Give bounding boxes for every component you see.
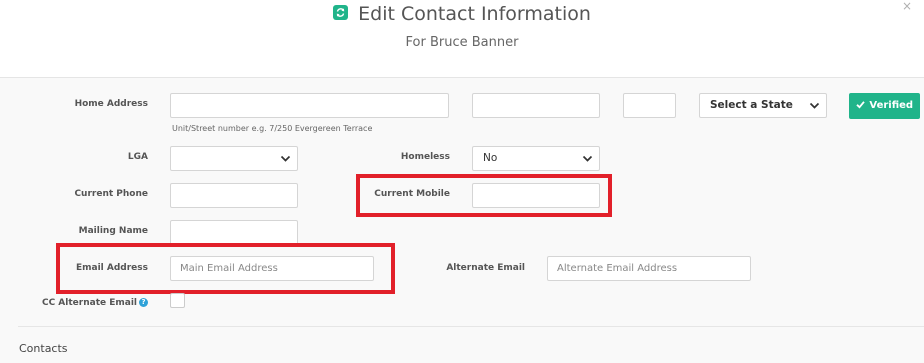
- current-mobile-highlight: [356, 174, 612, 217]
- verified-button[interactable]: Verified: [849, 93, 920, 119]
- homeless-select-value: No: [483, 152, 498, 164]
- current-phone-input[interactable]: [170, 183, 298, 208]
- chevron-down-icon: [280, 155, 291, 162]
- email-address-highlight: [56, 243, 395, 294]
- homeless-label: Homeless: [400, 152, 450, 162]
- cc-alternate-email-label: CC Alternate Email?: [42, 298, 148, 308]
- check-icon: [856, 101, 865, 109]
- refresh-icon: [333, 4, 349, 20]
- lga-label: LGA: [127, 152, 148, 162]
- home-address-postcode-input[interactable]: [623, 93, 676, 118]
- chevron-down-icon: [809, 102, 820, 109]
- modal-title: Edit Contact Information: [358, 3, 591, 25]
- alternate-email-label: Alternate Email: [446, 263, 525, 273]
- state-select[interactable]: Select a State: [699, 93, 827, 118]
- alternate-email-input[interactable]: Alternate Email Address: [547, 256, 751, 281]
- modal-title-row: Edit Contact Information: [0, 3, 924, 25]
- lga-select[interactable]: [170, 146, 298, 171]
- home-address-help-text: Unit/Street number e.g. 7/250 Evergereen…: [172, 124, 373, 133]
- modal-header: Edit Contact Information For Bruce Banne…: [0, 0, 924, 78]
- home-address-label: Home Address: [74, 99, 148, 109]
- contacts-section-title: Contacts: [19, 342, 68, 355]
- cc-alternate-email-label-text: CC Alternate Email: [41, 298, 137, 308]
- state-select-value: Select a State: [710, 99, 793, 111]
- close-icon[interactable]: ×: [902, 0, 912, 13]
- home-address-suburb-input[interactable]: [472, 93, 600, 118]
- chevron-down-icon: [582, 155, 593, 162]
- section-divider: [18, 326, 924, 327]
- mailing-name-input[interactable]: [170, 220, 298, 245]
- verified-label: Verified: [869, 100, 914, 111]
- home-address-street-input[interactable]: [170, 93, 449, 118]
- info-icon[interactable]: ?: [139, 298, 148, 307]
- cc-alternate-email-checkbox[interactable]: [170, 293, 185, 308]
- current-phone-label: Current Phone: [74, 189, 148, 199]
- homeless-select[interactable]: No: [472, 146, 600, 171]
- modal-subtitle: For Bruce Banner: [405, 35, 519, 50]
- mailing-name-label: Mailing Name: [78, 226, 148, 236]
